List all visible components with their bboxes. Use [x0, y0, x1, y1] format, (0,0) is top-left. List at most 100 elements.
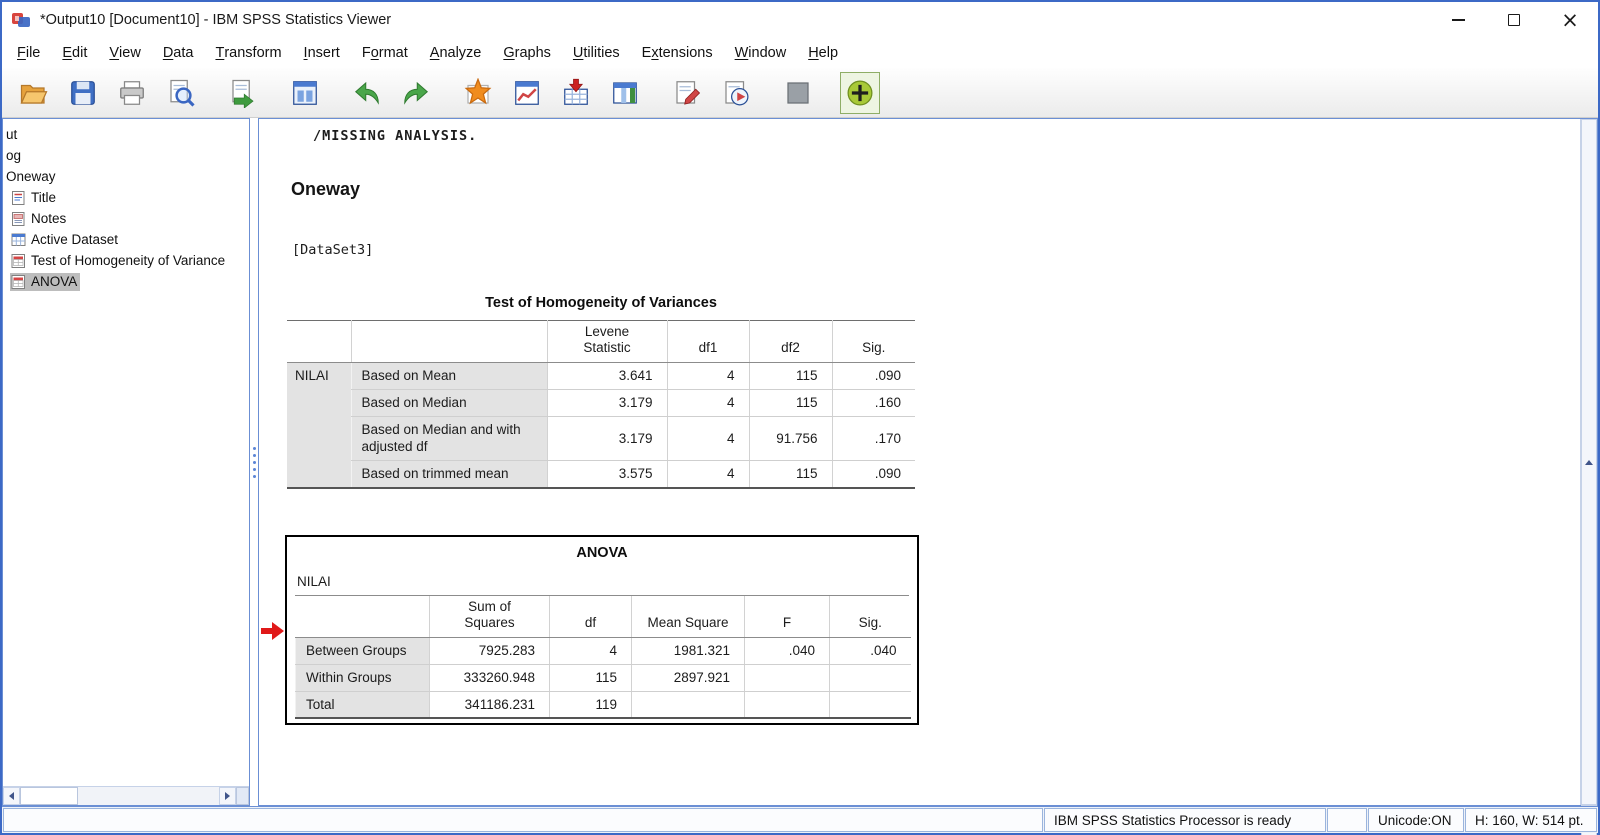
row-label: Between Groups	[295, 637, 430, 665]
minimize-icon	[1451, 19, 1465, 21]
table-row: Based on Median and with adjusted df 3.17…	[287, 416, 915, 462]
menu-transform[interactable]: Transform	[204, 38, 292, 68]
menu-format[interactable]: Fo rmat	[351, 38, 419, 68]
outline-item-anova[interactable]: ANOVA	[3, 271, 249, 292]
status-spacer-panel	[1327, 808, 1367, 832]
outline-item-label: ut	[6, 127, 18, 142]
menu-insert[interactable]: Insert	[293, 38, 351, 68]
title-icon	[11, 190, 27, 206]
variables-icon	[610, 78, 640, 108]
table-cell: 333260.948	[429, 664, 550, 692]
pane-resize-grip[interactable]	[236, 787, 249, 805]
insert-plus-icon	[845, 78, 875, 108]
recall-dialogs-button[interactable]	[285, 72, 325, 114]
homogeneity-table: Levene Statistic df1 df2 Sig. NILAI Based on M…	[287, 320, 915, 489]
close-button[interactable]: ×	[1542, 2, 1598, 38]
minimize-button[interactable]	[1430, 2, 1486, 38]
table-cell: .040	[829, 637, 911, 665]
anova-table-block-selected[interactable]: ANOVA NILAI Sum of Squares df Mean Square F S…	[285, 535, 919, 726]
menu-edit[interactable]: Edit	[51, 38, 98, 68]
table-cell: .170	[831, 416, 915, 462]
outline-item-notes[interactable]: Notes	[3, 208, 249, 229]
menu-file[interactable]: File	[6, 38, 51, 68]
import-data-button[interactable]	[556, 72, 596, 114]
menu-view[interactable]: View	[98, 38, 151, 68]
outline-item-test-of-homogeneity-of-variance[interactable]: Test of Homogeneity of Variance	[3, 250, 249, 271]
homogeneity-table-block[interactable]: Test of Homogeneity of Variances Levene S…	[287, 295, 915, 489]
undo-icon	[352, 78, 382, 108]
open-button[interactable]	[14, 72, 54, 114]
notes-icon	[11, 211, 27, 227]
goto-case-button[interactable]	[458, 72, 498, 114]
select-chart-button[interactable]	[507, 72, 547, 114]
menu-bar: File Edit View Data Transform Insert Fo rmat Ana…	[2, 38, 1598, 68]
unicode-status: Unicode:ON	[1368, 808, 1464, 832]
outline-item-ut[interactable]: ut	[3, 124, 249, 145]
scroll-up-button[interactable]	[1581, 119, 1597, 805]
column-header: df2	[748, 320, 832, 363]
outline-tree: ut og Oneway Title Notes Active Dataset Test o…	[3, 119, 249, 786]
table-cell: 4	[666, 460, 749, 488]
table-cell: .090	[831, 460, 915, 488]
undo-button[interactable]	[347, 72, 387, 114]
outline-item-label: Notes	[31, 211, 67, 226]
outline-item-label: og	[6, 148, 22, 163]
column-header	[295, 596, 430, 638]
table-cell: .040	[744, 637, 830, 665]
menu-utilities[interactable]: Utilities	[562, 38, 631, 68]
redo-button[interactable]	[396, 72, 436, 114]
designate-window-button[interactable]	[778, 72, 818, 114]
table-cell: .090	[831, 362, 915, 390]
output-vertical-scrollbar[interactable]	[1580, 119, 1597, 835]
import-table-icon	[561, 78, 591, 108]
pane-splitter[interactable]	[250, 118, 258, 806]
run-script-button[interactable]	[716, 72, 756, 114]
table-row: Based on trimmed mean 3.575 4 115.090	[287, 460, 915, 488]
table-cell: 119	[549, 691, 632, 719]
splitter-grip-icon	[252, 460, 256, 464]
toolbar	[2, 68, 1598, 118]
print-preview-button[interactable]	[161, 72, 201, 114]
insert-button[interactable]	[840, 71, 880, 114]
outline-horizontal-scrollbar[interactable]	[3, 786, 249, 805]
menu-extensions[interactable]: Ex tensions	[631, 38, 724, 68]
table-cell: 91.756	[748, 416, 832, 462]
print-button[interactable]	[112, 72, 152, 114]
edit-output-button[interactable]	[667, 72, 707, 114]
variables-button[interactable]	[605, 72, 645, 114]
save-button[interactable]	[63, 72, 103, 114]
table-cell: 3.179	[546, 416, 667, 462]
table-cell	[829, 691, 911, 719]
table-cell: .160	[831, 389, 915, 417]
menu-graphs[interactable]: Graphs	[492, 38, 562, 68]
row-label: Total	[295, 691, 430, 719]
table-cell	[744, 691, 830, 719]
scroll-right-button[interactable]	[219, 787, 236, 805]
outline-item-label: ANOVA	[31, 274, 78, 289]
row-label: Based on trimmed mean	[350, 460, 547, 488]
column-header: Sig.	[831, 320, 915, 363]
menu-analyze[interactable]: Analyze	[419, 38, 493, 68]
export-button[interactable]	[223, 72, 263, 114]
status-bar: IBM SPSS Statistics Processor is ready U…	[2, 806, 1598, 833]
recall-dialogs-icon	[290, 78, 320, 108]
column-header: Mean Square	[631, 596, 745, 638]
outline-item-og[interactable]: og	[3, 145, 249, 166]
column-header: Sig.	[829, 596, 911, 638]
menu-window[interactable]: Window	[724, 38, 798, 68]
scroll-track[interactable]	[78, 787, 219, 805]
scroll-left-button[interactable]	[3, 787, 20, 805]
outline-item-active-dataset[interactable]: Active Dataset	[3, 229, 249, 250]
redo-icon	[401, 78, 431, 108]
table-row: Within Groups 333260.948 115 2897.921	[295, 664, 911, 692]
window-controls: ×	[1430, 2, 1598, 38]
arrow-up-icon	[1585, 459, 1593, 465]
table-cell: 4	[549, 637, 632, 665]
maximize-button[interactable]	[1486, 2, 1542, 38]
horizontal-scroll-thumb[interactable]	[20, 787, 78, 805]
menu-help[interactable]: Help	[797, 38, 849, 68]
outline-item-title[interactable]: Title	[3, 187, 249, 208]
menu-data[interactable]: Data	[152, 38, 205, 68]
maximize-icon	[1508, 14, 1520, 26]
outline-item-oneway[interactable]: Oneway	[3, 166, 249, 187]
